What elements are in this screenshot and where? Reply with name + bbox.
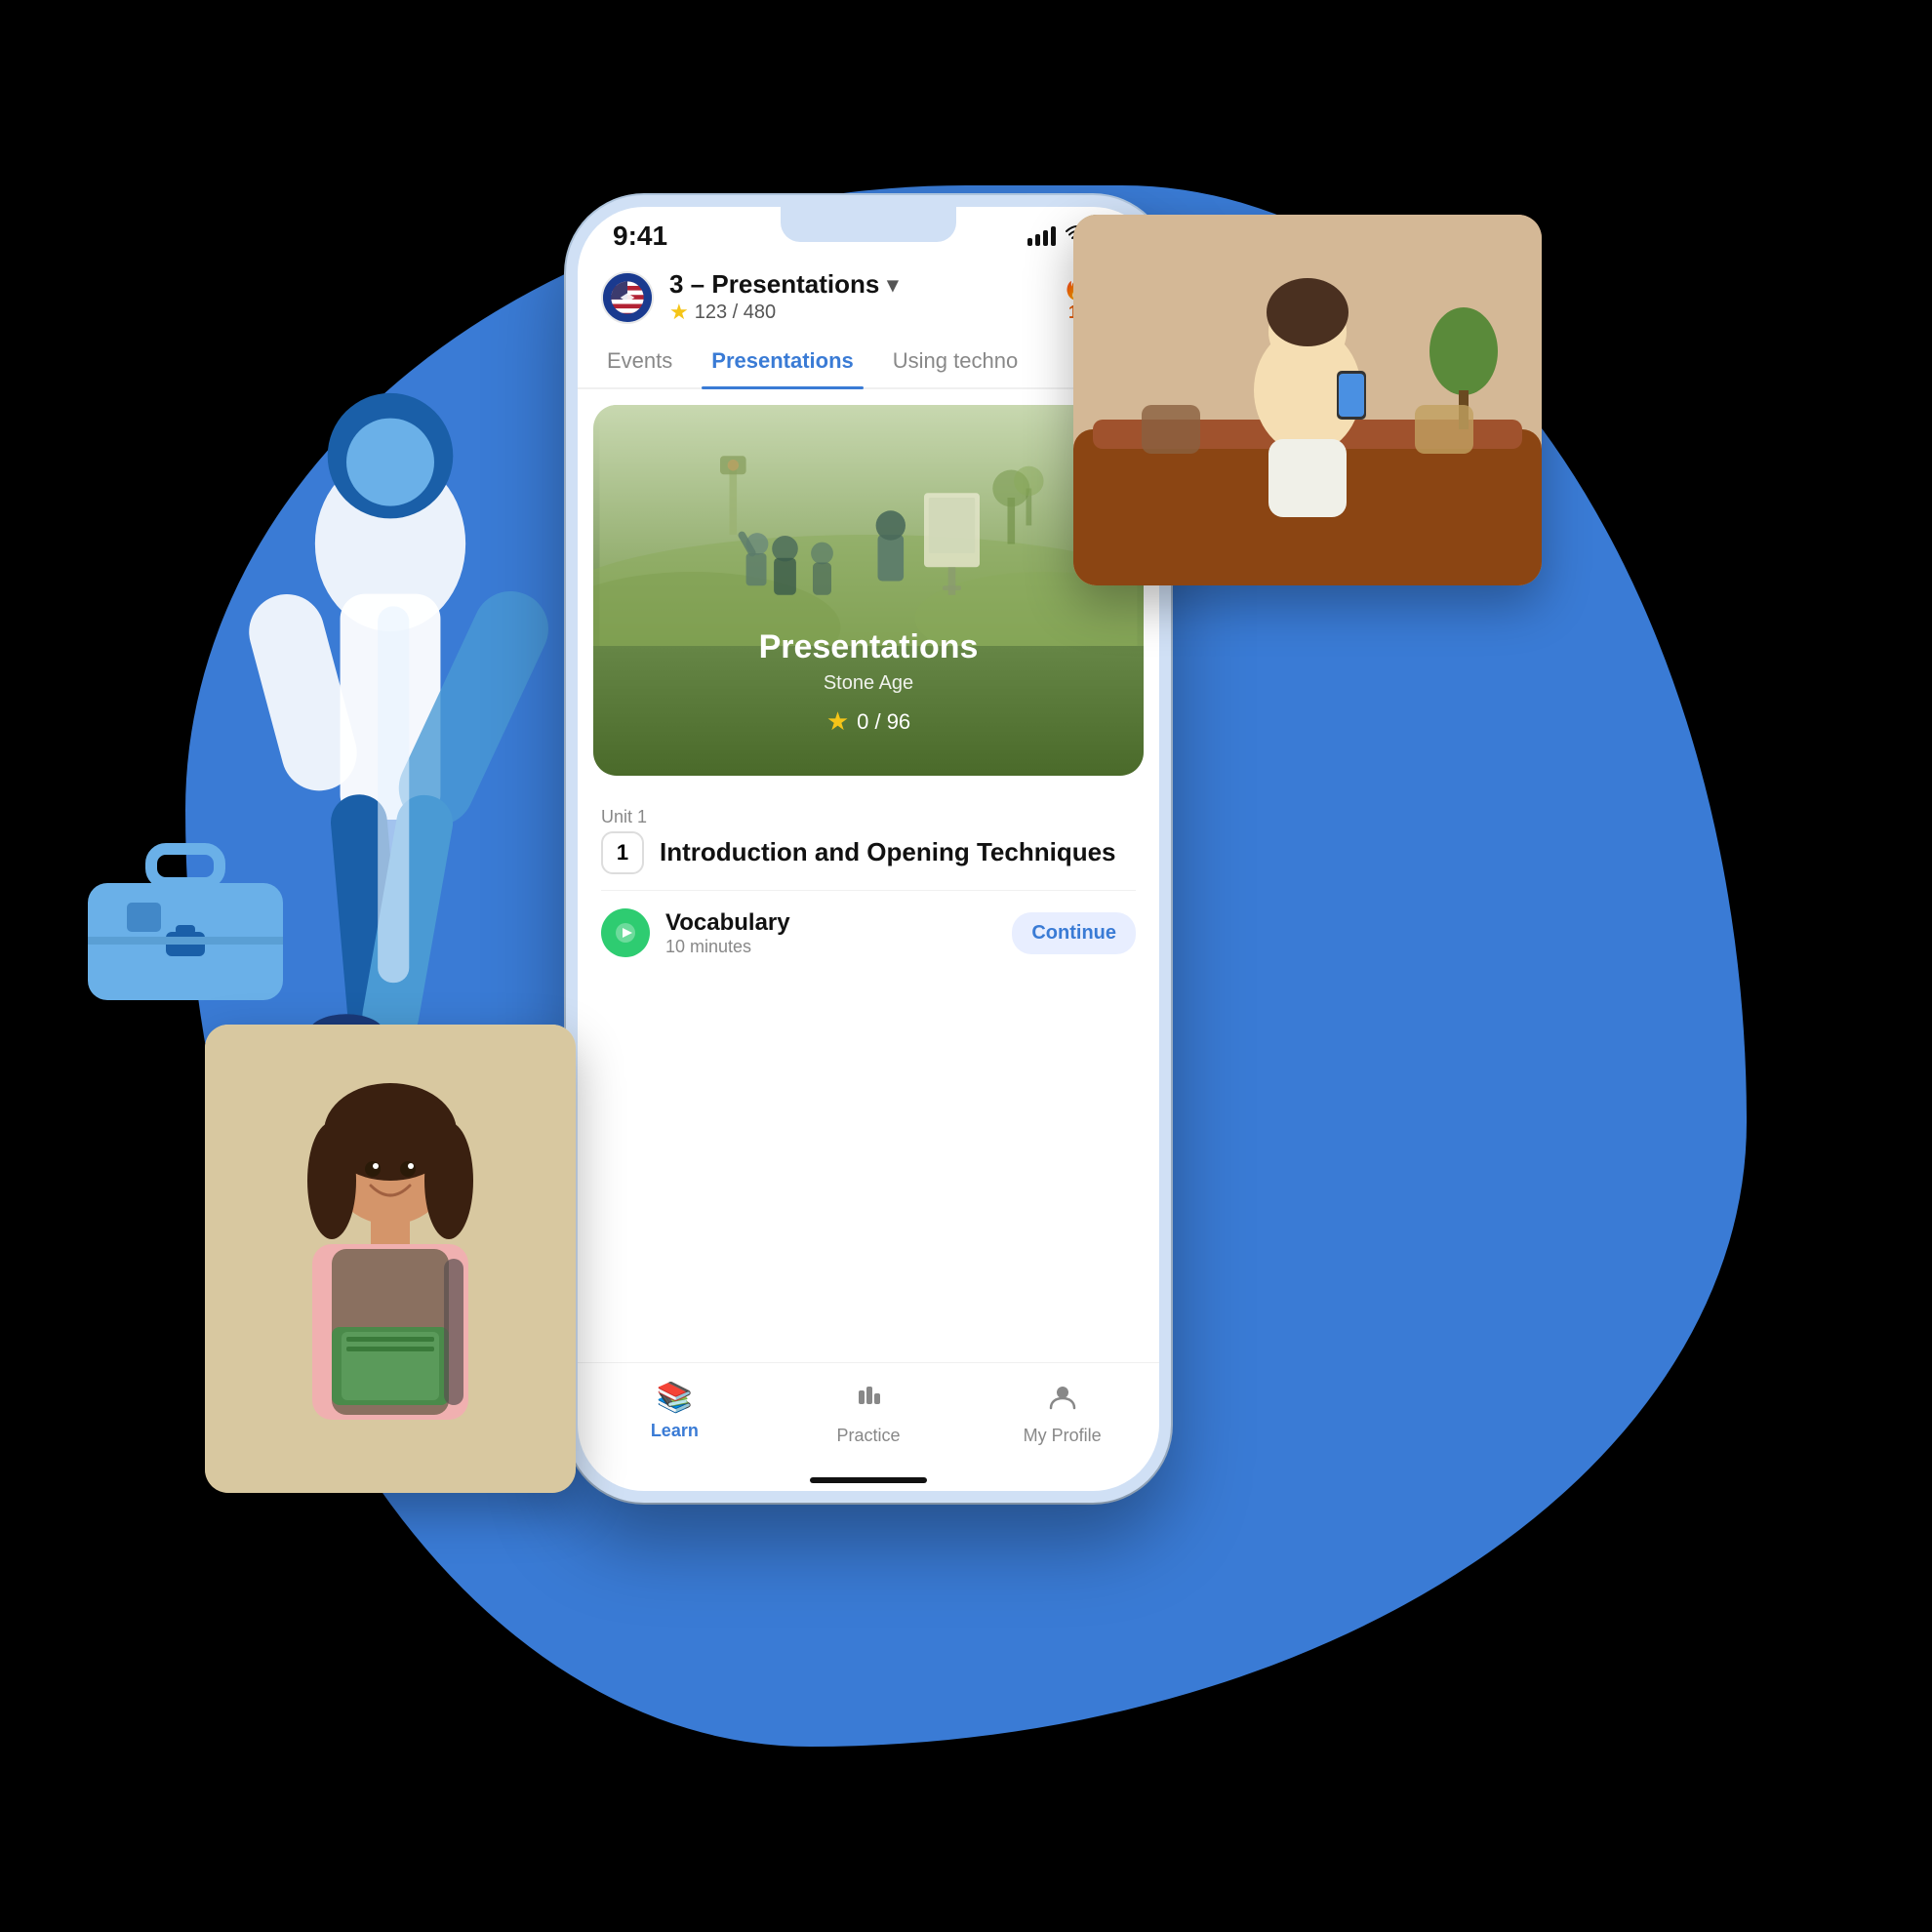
unit-number: 1	[601, 831, 644, 874]
lesson-item: Vocabulary 10 minutes Continue	[601, 890, 1136, 975]
content-area: Presentations Stone Age ★ 0 / 96 Unit 1 …	[578, 389, 1159, 1362]
app-header: 3 – Presentations ▾ ★ 123 / 480 🔥 13 ⇈	[578, 260, 1159, 335]
hero-subtitle: Stone Age	[593, 672, 1144, 695]
nav-learn-label: Learn	[651, 1421, 699, 1441]
hero-title: Presentations	[593, 628, 1144, 666]
hero-text: Presentations Stone Age ★ 0 / 96	[593, 628, 1144, 737]
tab-using-techno[interactable]: Using techno	[873, 335, 1029, 387]
lesson-icon	[601, 908, 650, 957]
photo-woman-sofa-image	[1073, 215, 1542, 585]
tab-presentations[interactable]: Presentations	[692, 335, 873, 387]
header-chevron-icon[interactable]: ▾	[887, 272, 898, 298]
hero-score: ★ 0 / 96	[593, 706, 1144, 737]
nav-practice-label: Practice	[836, 1426, 900, 1446]
nav-profile[interactable]: My Profile	[965, 1373, 1159, 1454]
nav-profile-label: My Profile	[1024, 1426, 1102, 1446]
hero-card: Presentations Stone Age ★ 0 / 96	[593, 405, 1144, 776]
bottom-nav: 📚 Learn Practice	[578, 1362, 1159, 1473]
photo-student	[205, 1025, 576, 1493]
lesson-name: Vocabulary	[665, 909, 996, 937]
photo-woman-sofa	[1073, 215, 1542, 585]
nav-learn[interactable]: 📚 Learn	[578, 1373, 772, 1454]
lesson-duration: 10 minutes	[665, 937, 996, 957]
header-info: 3 – Presentations ▾ ★ 123 / 480	[669, 269, 1047, 325]
unit-title: Introduction and Opening Techniques	[660, 836, 1116, 869]
nav-practice[interactable]: Practice	[772, 1373, 966, 1454]
phone-notch	[781, 207, 956, 242]
unit-section: Unit 1 1 Introduction and Opening Techni…	[578, 791, 1159, 990]
lesson-info: Vocabulary 10 minutes	[665, 909, 996, 957]
header-stars: ★ 123 / 480	[669, 300, 1047, 325]
home-indicator	[810, 1477, 927, 1483]
tab-events[interactable]: Events	[587, 335, 692, 387]
learn-icon: 📚	[657, 1381, 693, 1415]
continue-button[interactable]: Continue	[1012, 912, 1136, 954]
app-logo	[601, 271, 654, 324]
profile-icon	[1047, 1381, 1078, 1420]
header-title: 3 – Presentations ▾	[669, 269, 1047, 300]
status-time: 9:41	[613, 221, 667, 252]
phone-screen: 9:41	[578, 207, 1159, 1491]
tab-bar: Events Presentations Using techno	[578, 335, 1159, 389]
unit-header: 1 Introduction and Opening Techniques	[601, 831, 1136, 874]
practice-icon	[853, 1381, 884, 1420]
photo-student-image	[205, 1025, 576, 1493]
briefcase-illustration	[78, 829, 293, 1005]
unit-label: Unit 1	[601, 807, 1136, 827]
signal-icon	[1027, 226, 1056, 246]
